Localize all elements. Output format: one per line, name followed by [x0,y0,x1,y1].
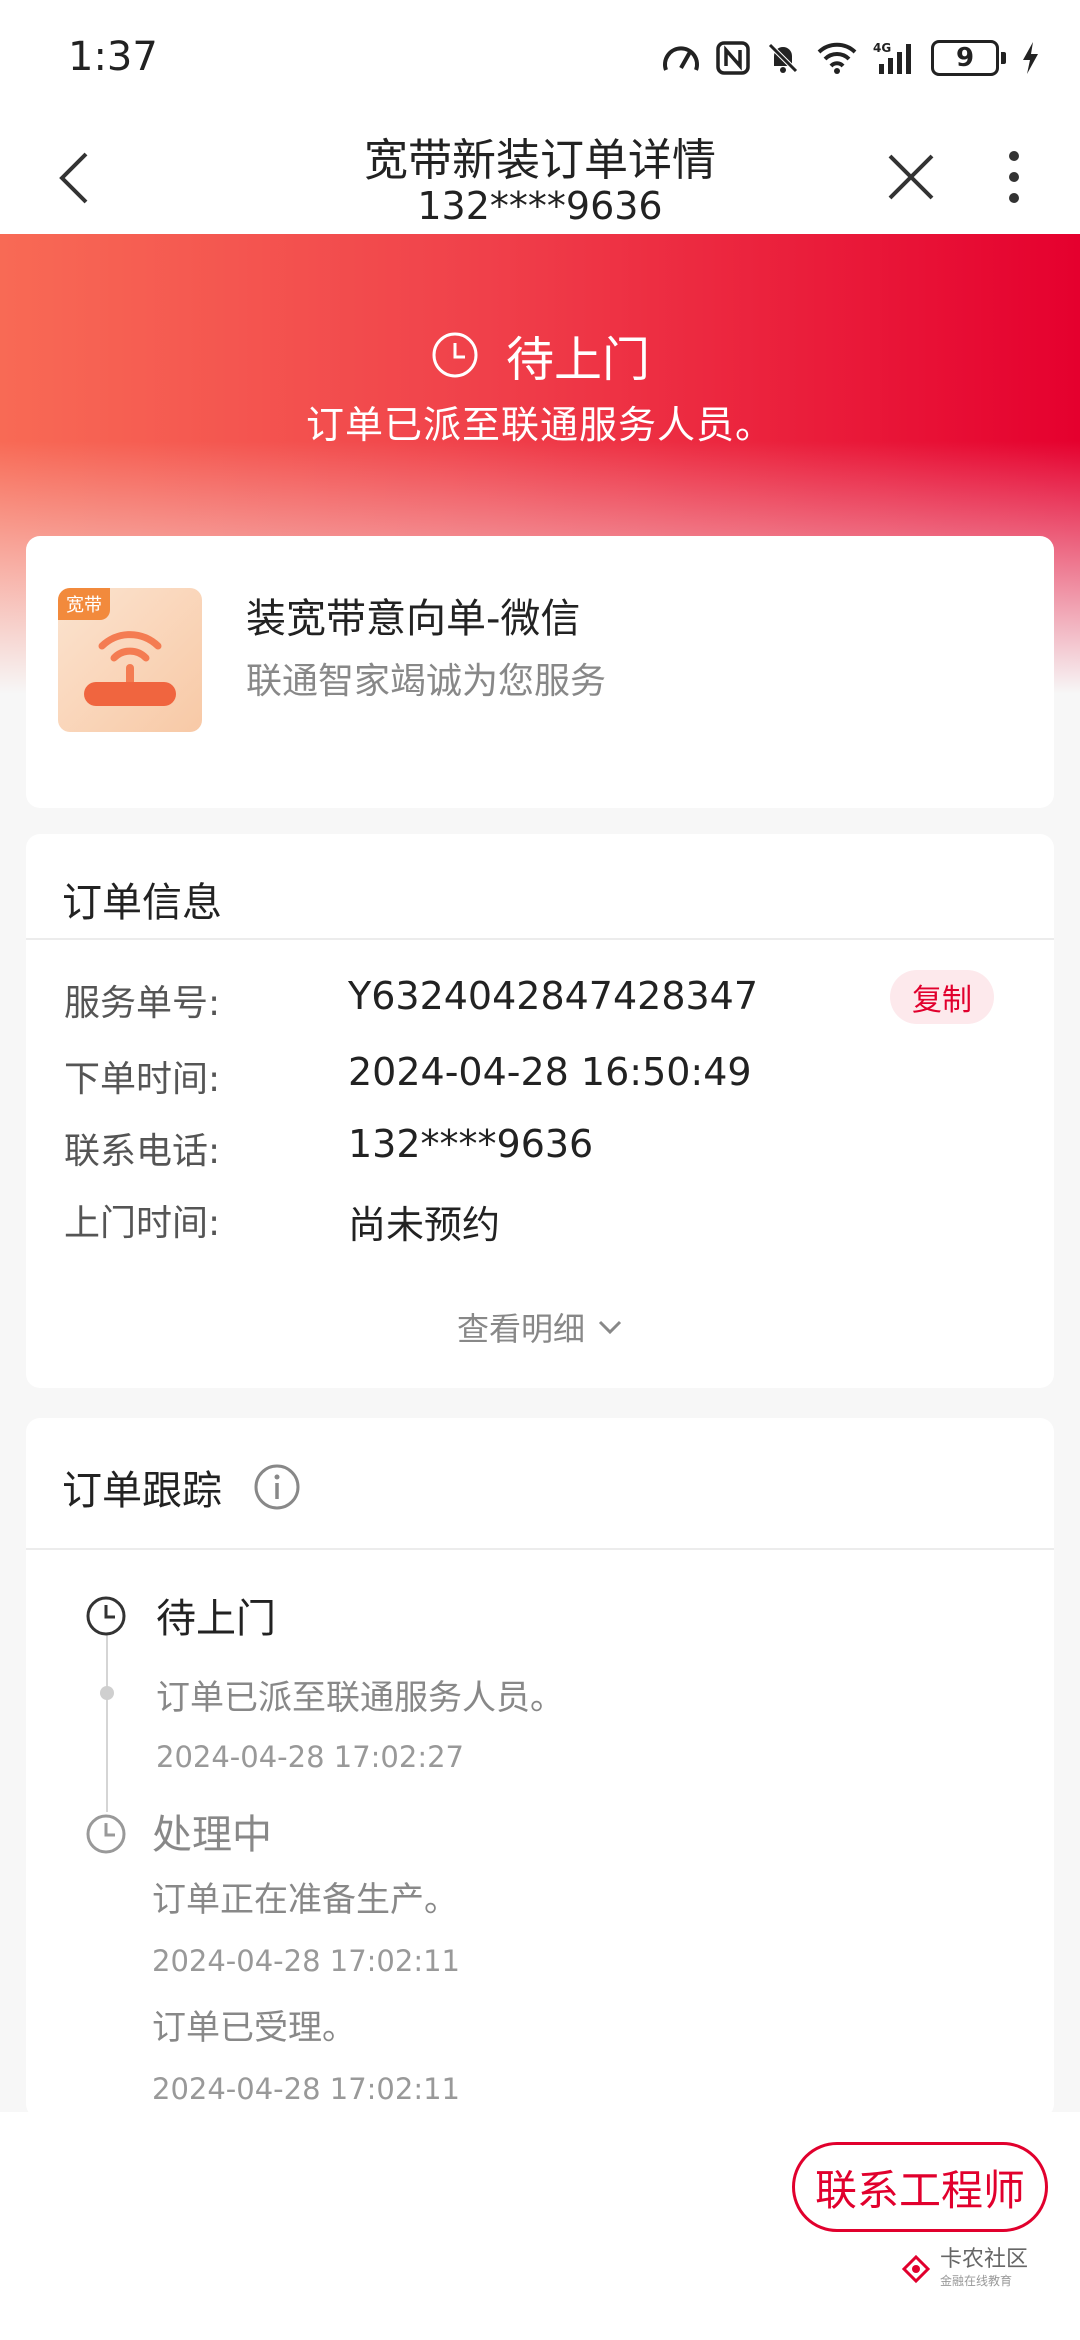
bottom-bar: 联系工程师 卡农社区 金融在线教育 [0,2112,1080,2340]
info-value: 尚未预约 [348,1203,501,1247]
timeline-text: 订单正在准备生产。 [152,1880,458,1920]
info-row-order-time: 下单时间: 2024-04-28 16:50:49 [64,1050,1016,1110]
status-time: 1:37 [68,34,158,80]
divider [26,938,1054,940]
status-icons: 4G 9 [661,40,1040,76]
tracking-header: 订单跟踪 [62,1458,302,1516]
view-details-link[interactable]: 查看明细 [26,1304,1054,1350]
product-tag: 宽带 [58,588,110,620]
watermark: 卡农社区 金融在线教育 [900,2247,1029,2289]
info-row-service-no: 服务单号: Y6324042847428347 复制 [64,970,1016,1034]
order-info-card: 订单信息 服务单号: Y6324042847428347 复制 下单时间: 20… [26,834,1054,1388]
info-label: 上门时间: [64,1203,221,1244]
close-icon[interactable] [880,146,942,208]
watermark-subtext: 金融在线教育 [940,2274,1013,2289]
product-card[interactable]: 宽带 装宽带意向单-微信 联通智家竭诚为您服务 [26,536,1054,808]
wifi-icon [817,42,857,74]
timeline-status: 待上门 [156,1596,276,1642]
order-status: 待上门 [0,320,1080,390]
timeline-time: 2024-04-28 17:02:11 [152,2072,460,2106]
tracking-title: 订单跟踪 [62,1468,222,1514]
signal-4g-icon: 4G [873,41,911,74]
watermark-logo-icon [901,2254,931,2283]
timeline-dot [100,1686,114,1700]
info-value: 132****9636 [348,1122,594,1166]
battery-icon: 9 [931,40,999,76]
timeline-clock-icon [86,1814,126,1854]
status-description: 订单已派至联通服务人员。 [305,403,774,447]
clock-icon [432,332,478,378]
mute-bell-icon [768,43,798,73]
timeline-time: 2024-04-28 17:02:11 [152,1944,460,1978]
timeline-text: 订单已派至联通服务人员。 [156,1678,564,1718]
svg-text:4G: 4G [873,41,891,55]
chevron-down-icon [598,1320,622,1335]
timeline-text: 订单已受理。 [152,2008,356,2048]
more-icon[interactable] [994,146,1034,208]
view-details-label: 查看明细 [456,1310,585,1348]
info-value: 2024-04-28 16:50:49 [348,1050,752,1094]
nav-bar: 宽带新装订单详情 132****9636 [0,120,1080,234]
timeline-status: 处理中 [152,1812,272,1858]
speed-icon [663,46,699,71]
battery-tip [1001,52,1006,64]
info-value: Y6324042847428347 [348,974,759,1018]
product-thumbnail: 宽带 [58,588,202,732]
watermark-text: 卡农社区 [940,2247,1029,2272]
info-row-visit-time: 上门时间: 尚未预约 [64,1194,1016,1254]
product-subtitle: 联通智家竭诚为您服务 [246,661,607,702]
nfc-icon [716,41,750,75]
charging-icon [1023,42,1038,74]
contact-engineer-button[interactable]: 联系工程师 [792,2142,1048,2232]
timeline-clock-icon [86,1596,126,1636]
status-label: 待上门 [505,332,650,388]
divider [26,1548,1054,1550]
info-label: 下单时间: [64,1059,221,1100]
timeline-time: 2024-04-28 17:02:27 [156,1740,464,1774]
info-label: 服务单号: [64,983,221,1024]
order-info-title: 订单信息 [62,880,222,926]
info-row-phone: 联系电话: 132****9636 [64,1122,1016,1182]
status-bar: 1:37 4G 9 [0,0,1080,120]
copy-button[interactable]: 复制 [890,970,994,1024]
timeline-line [106,1624,108,1812]
info-label: 联系电话: [64,1131,221,1172]
info-icon[interactable] [252,1462,302,1512]
product-title: 装宽带意向单-微信 [246,596,581,642]
